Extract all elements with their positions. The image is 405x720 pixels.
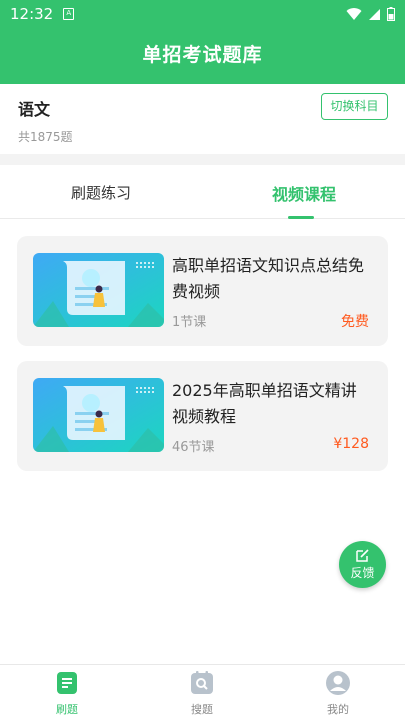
- switch-subject-button[interactable]: 切换科目: [321, 93, 388, 120]
- nav-item-search[interactable]: 搜题: [172, 671, 232, 719]
- course-price: ¥128: [333, 436, 369, 452]
- feedback-label: 反馈: [350, 566, 375, 580]
- course-thumbnail: [33, 253, 164, 327]
- nav-item-practice[interactable]: 刷题: [37, 671, 97, 719]
- tab-video-courses[interactable]: 视频课程: [203, 181, 405, 205]
- bottom-navigation: 刷题 搜题 我的: [0, 664, 405, 720]
- subject-info: 语文 共1875题 切换科目: [0, 84, 405, 154]
- edit-icon: [356, 549, 369, 562]
- nav-label: 我的: [327, 703, 349, 716]
- document-icon: [57, 672, 77, 694]
- tab-bar: 刷题练习 视频课程: [0, 165, 405, 219]
- status-icons: [346, 7, 395, 21]
- battery-icon: [387, 7, 395, 21]
- lesson-count: 46节课: [172, 440, 215, 455]
- search-icon: [191, 671, 213, 694]
- active-tab-indicator: [288, 216, 314, 219]
- section-divider: [0, 154, 405, 165]
- tab-practice[interactable]: 刷题练习: [0, 182, 202, 203]
- app-header: 12:32 A 单招考试题库: [0, 0, 405, 84]
- user-icon: [326, 671, 350, 695]
- page-title: 单招考试题库: [142, 44, 263, 66]
- course-price: 免费: [341, 314, 369, 330]
- nav-item-profile[interactable]: 我的: [308, 671, 368, 719]
- lesson-count: 1节课: [172, 315, 207, 330]
- wifi-icon: [346, 7, 362, 20]
- feedback-button[interactable]: 反馈: [339, 541, 386, 588]
- cellular-signal-icon: [369, 8, 380, 20]
- nav-label: 搜题: [191, 703, 213, 716]
- status-bar: 12:32 A: [0, 0, 405, 28]
- course-card[interactable]: 2025年高职单招语文精讲视频教程 46节课 ¥128: [17, 361, 388, 471]
- course-title: 高职单招语文知识点总结免费视频: [172, 256, 365, 301]
- subject-name: 语文: [18, 100, 51, 119]
- sim-card-icon: A: [63, 8, 75, 20]
- course-thumbnail: [33, 378, 164, 452]
- question-count: 共1875题: [18, 130, 73, 144]
- course-title: 2025年高职单招语文精讲视频教程: [172, 381, 357, 426]
- status-time: 12:32: [10, 5, 54, 23]
- course-card[interactable]: 高职单招语文知识点总结免费视频 1节课 免费: [17, 236, 388, 346]
- nav-label: 刷题: [56, 703, 78, 716]
